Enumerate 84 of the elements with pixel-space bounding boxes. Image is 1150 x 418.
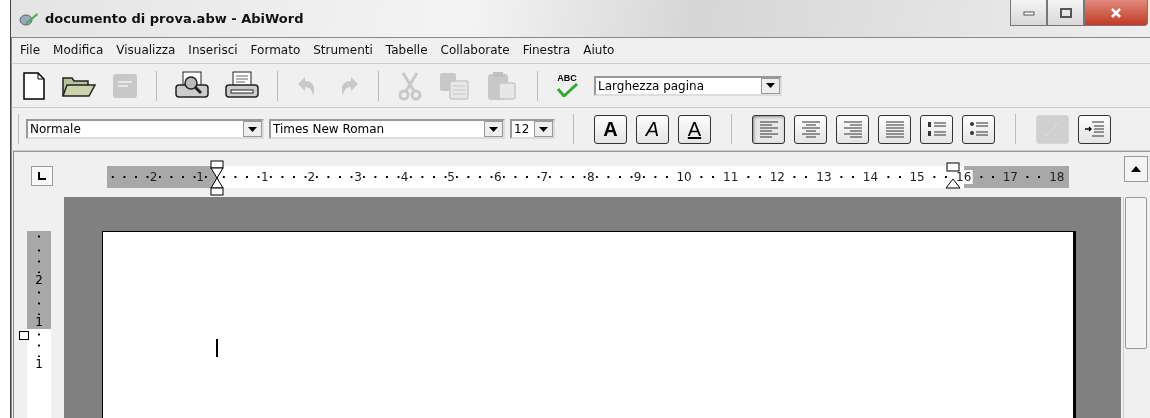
maximize-button[interactable] — [1047, 0, 1084, 26]
ruler-number: 7 — [539, 170, 550, 184]
folder-icon — [62, 74, 96, 97]
menu-item[interactable]: Modifica — [53, 43, 104, 57]
margin-marker[interactable] — [19, 331, 29, 340]
ruler-number: 11 — [722, 170, 740, 184]
close-icon — [1110, 7, 1122, 18]
indent-icon — [1083, 120, 1106, 138]
checkmark-icon — [556, 83, 578, 97]
minimize-icon — [1022, 9, 1035, 16]
align-left-button[interactable] — [752, 114, 785, 144]
ruler-number: 4 — [399, 170, 410, 184]
bold-button[interactable]: A — [594, 114, 627, 144]
zoom-dropdown[interactable]: Larghezza pagina — [594, 75, 782, 96]
ruler-number: 3 — [353, 170, 363, 184]
menu-item[interactable]: Finestra — [522, 43, 571, 57]
dropdown-arrow-icon — [539, 126, 548, 132]
ruler-number: 1 — [259, 170, 270, 184]
align-justify-button[interactable] — [878, 114, 911, 144]
pen-icon — [19, 10, 39, 27]
font-size-dropdown[interactable]: 12 — [510, 119, 555, 139]
style-dropdown[interactable]: Normale — [26, 119, 264, 139]
ruler-number: 9 — [632, 170, 643, 184]
tab-stop-button[interactable] — [31, 166, 53, 186]
vertical-scrollbar[interactable] — [1123, 197, 1148, 418]
ruler-number: 1 — [195, 170, 205, 184]
align-center-button[interactable] — [794, 114, 827, 144]
window-title: documento di prova.abw - AbiWord — [45, 11, 304, 26]
menu-item[interactable]: Inserisci — [188, 43, 238, 57]
ruler-number: 2 — [306, 170, 317, 184]
ruler-number: 2 — [148, 170, 159, 184]
ruler-number: 15 — [908, 170, 926, 184]
menu-item[interactable]: Strumenti — [313, 43, 373, 57]
ruler-number: 18 — [1048, 170, 1066, 184]
ruler-number: 14 — [861, 170, 880, 184]
dropdown-arrow-icon — [489, 126, 498, 132]
align-right-button[interactable] — [836, 114, 869, 144]
ruler-number: 1 — [35, 315, 43, 329]
minimize-button[interactable] — [1010, 0, 1047, 26]
font-dropdown[interactable]: Times New Roman — [269, 119, 505, 139]
menu-item[interactable]: Formato — [250, 43, 301, 57]
ruler-number: 16 — [955, 170, 973, 184]
italic-button[interactable]: A — [636, 114, 669, 144]
menu-item[interactable]: File — [20, 43, 41, 57]
ruler-number: 5 — [446, 170, 456, 184]
dropdown-arrow-icon — [766, 83, 775, 88]
menu-item[interactable]: Visualizza — [116, 43, 176, 57]
copy-icon — [439, 71, 471, 100]
maximize-icon — [1059, 7, 1072, 18]
menu-item[interactable]: Aiuto — [583, 43, 615, 57]
printer-icon — [225, 70, 259, 101]
close-button[interactable] — [1084, 0, 1148, 26]
bulleted-list-button[interactable] — [962, 114, 995, 144]
menu-item[interactable]: Collaborate — [440, 43, 510, 57]
up-arrow-icon — [1131, 166, 1141, 172]
align-left-icon — [757, 120, 780, 138]
scrollbar-thumb[interactable] — [1125, 197, 1147, 349]
align-right-icon — [841, 120, 864, 138]
ruler-number: 13 — [815, 170, 833, 184]
ruler-number: 17 — [1001, 170, 1019, 184]
align-center-icon — [799, 120, 822, 138]
text-cursor — [216, 339, 218, 357]
ruler-number: 8 — [586, 170, 596, 184]
indent-marker[interactable] — [209, 160, 225, 196]
numbered-list-button[interactable] — [920, 114, 953, 144]
scroll-up-button[interactable] — [1124, 156, 1148, 182]
menu-item[interactable]: Tabelle — [385, 43, 428, 57]
printer-magnifier-icon — [175, 70, 209, 101]
ruler-number: 2 — [35, 273, 43, 287]
spell-check-icon: ABC — [556, 74, 578, 97]
ruler-number: 12 — [768, 170, 786, 184]
bulleted-list-icon — [967, 120, 990, 138]
left-tab-icon — [38, 172, 46, 180]
spell-button[interactable]: ABC — [552, 67, 582, 104]
numbered-list-icon — [925, 120, 948, 138]
document-icon — [22, 71, 46, 100]
ruler-number: 10 — [675, 170, 693, 184]
ruler-number: 6 — [492, 170, 503, 184]
dropdown-arrow-icon — [248, 126, 257, 132]
clipboard-icon — [487, 70, 519, 101]
ruler-number: 1 — [35, 357, 43, 371]
scissors-icon — [397, 70, 423, 101]
underline-button[interactable]: A — [678, 114, 711, 144]
align-justify-icon — [883, 120, 906, 138]
